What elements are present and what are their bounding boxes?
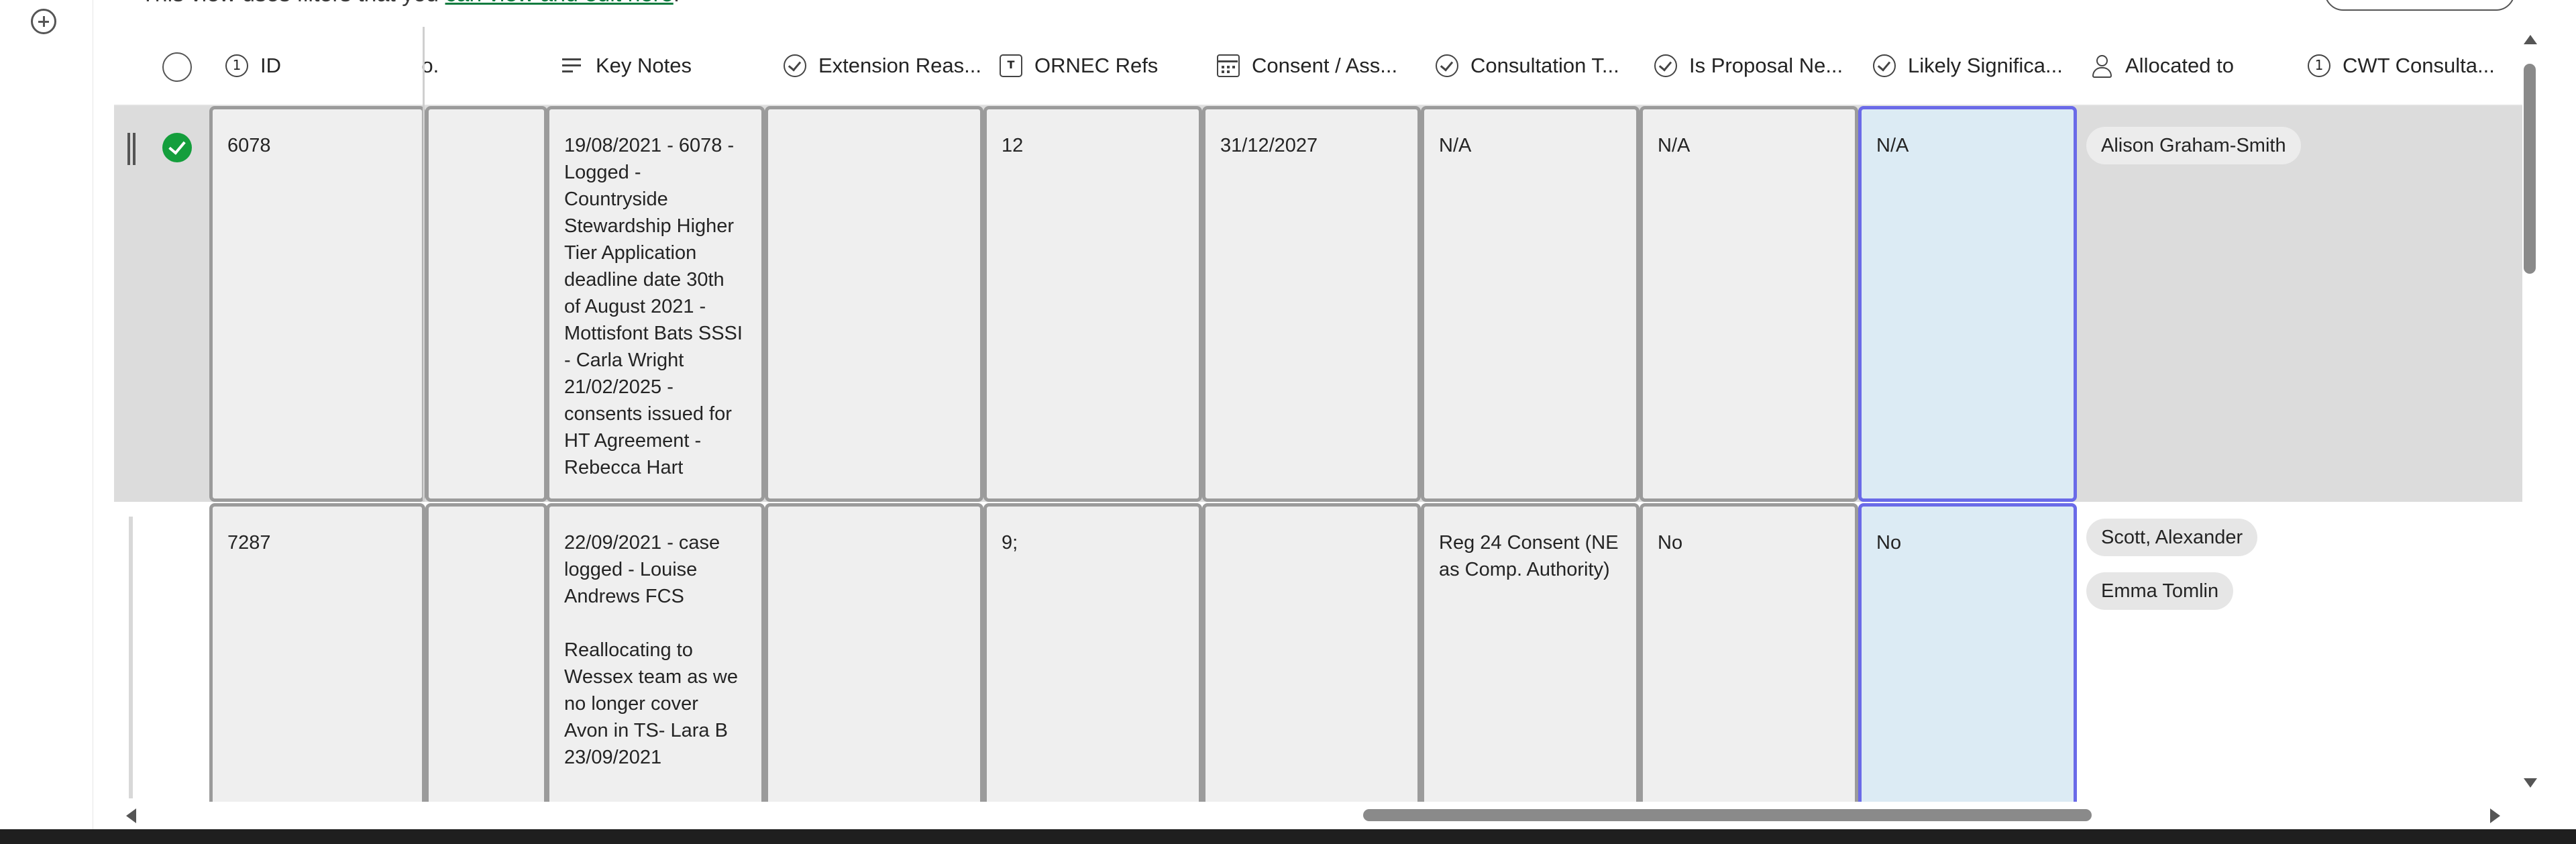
scroll-left-arrow-icon[interactable]	[126, 808, 136, 823]
checkmark-icon	[1436, 54, 1458, 77]
column-header-label: Key Notes	[596, 54, 692, 77]
column-header-id[interactable]: 1 ID	[225, 27, 420, 105]
cell-value: 22/09/2021 - case logged - Louise Andrew…	[564, 532, 738, 768]
cell-ornec-refs[interactable]: 9;	[983, 503, 1202, 802]
cell-value: 31/12/2027	[1220, 135, 1318, 156]
cell-consultation-type[interactable]: Reg 24 Consent (NE as Comp. Authority)	[1421, 503, 1640, 802]
column-header-label: Consent / Ass...	[1252, 54, 1398, 77]
cell-value: 12	[1002, 135, 1024, 156]
checkmark-icon	[1654, 54, 1677, 77]
column-header-label: Allocated to	[2125, 54, 2234, 77]
filter-notice-end: .	[674, 0, 680, 7]
cell-is-proposal[interactable]: N/A	[1640, 106, 1858, 502]
person-icon	[2090, 54, 2113, 78]
column-header-is-proposal[interactable]: Is Proposal Ne...	[1654, 27, 1862, 105]
cell-value: Reg 24 Consent (NE as Comp. Authority)	[1439, 532, 1619, 580]
cell-extension-reason[interactable]	[765, 106, 983, 502]
column-header-no[interactable]: No.	[421, 27, 508, 105]
cell-value: No	[1876, 532, 1902, 553]
checkmark-icon	[784, 54, 806, 77]
scroll-down-arrow-icon[interactable]	[2524, 778, 2537, 788]
frozen-column-divider	[423, 27, 425, 502]
drag-handle-icon[interactable]	[127, 133, 136, 165]
cell-extension-reason[interactable]	[765, 503, 983, 802]
person-chip[interactable]: Scott, Alexander	[2086, 519, 2258, 556]
column-header-ornec-refs[interactable]: T ORNEC Refs	[1000, 27, 1208, 105]
table-row[interactable]: 7287 22/09/2021 - case logged - Louise A…	[114, 503, 2522, 802]
cell-no[interactable]	[425, 503, 547, 802]
column-header-consultation-type[interactable]: Consultation T...	[1436, 27, 1644, 105]
cell-no[interactable]	[425, 106, 547, 502]
cell-key-notes[interactable]: 22/09/2021 - case logged - Louise Andrew…	[546, 503, 765, 802]
vertical-scroll-thumb[interactable]	[2524, 64, 2536, 274]
column-header-likely-significant[interactable]: Likely Significa...	[1873, 27, 2085, 105]
cell-value: 9;	[1002, 532, 1018, 553]
clear-filters-button[interactable]: Clear filters	[2324, 0, 2515, 11]
cell-value: 7287	[227, 532, 271, 553]
filter-notice-text: This view uses filters that you	[141, 0, 445, 7]
left-rail	[0, 0, 93, 829]
cell-key-notes[interactable]: 19/08/2021 - 6078 - Logged - Countryside…	[546, 106, 765, 502]
column-header-label: Consultation T...	[1470, 54, 1619, 77]
cell-consent[interactable]: 31/12/2027	[1202, 106, 1421, 502]
column-header-extension-reason[interactable]: Extension Reas...	[784, 27, 991, 105]
cell-is-proposal[interactable]: No	[1640, 503, 1858, 802]
select-all-checkbox[interactable]	[162, 52, 192, 82]
cell-value: 19/08/2021 - 6078 - Logged - Countryside…	[564, 135, 743, 478]
long-text-icon	[561, 54, 584, 77]
window-bottom-edge	[0, 829, 2576, 844]
cell-value: N/A	[1658, 135, 1690, 156]
cell-ornec-refs[interactable]: 12	[983, 106, 1202, 502]
cell-likely-significant[interactable]: No	[1858, 503, 2077, 802]
cell-consent[interactable]	[1202, 503, 1421, 802]
row-selected-checkbox[interactable]	[162, 133, 192, 162]
horizontal-scroll-thumb[interactable]	[1363, 809, 2092, 821]
scroll-right-arrow-icon[interactable]	[2490, 808, 2500, 823]
column-header-label: Likely Significa...	[1908, 54, 2063, 77]
app-frame: This view uses filters that you can view…	[0, 0, 2576, 829]
number-icon: 1	[225, 54, 248, 77]
horizontal-scrollbar[interactable]	[114, 802, 2522, 829]
cell-likely-significant[interactable]: N/A	[1858, 106, 2077, 502]
column-header-allocated-to[interactable]: Allocated to	[2090, 27, 2298, 105]
column-header-label: ID	[260, 54, 281, 77]
cell-value: 6078	[227, 135, 271, 156]
filter-notice: This view uses filters that you can view…	[141, 0, 680, 7]
person-chip[interactable]: Alison Graham-Smith	[2086, 127, 2301, 164]
cell-value: N/A	[1439, 135, 1472, 156]
cell-consultation-type[interactable]: N/A	[1421, 106, 1640, 502]
column-header-consent[interactable]: Consent / Ass...	[1217, 27, 1425, 105]
calendar-icon	[1217, 54, 1240, 77]
cell-id[interactable]: 6078	[209, 106, 425, 502]
column-header-label: Extension Reas...	[818, 54, 981, 77]
row-drag-line	[129, 517, 133, 798]
checkmark-icon	[1873, 54, 1896, 77]
table-row[interactable]: 6078 19/08/2021 - 6078 - Logged - Countr…	[114, 106, 2522, 502]
data-grid: 1 ID No. Key Notes Extension Reas... T O…	[114, 27, 2522, 802]
number-icon: 1	[2308, 54, 2330, 77]
person-chip[interactable]: Emma Tomlin	[2086, 572, 2234, 610]
text-field-icon: T	[1000, 54, 1022, 77]
cell-value: No	[1658, 532, 1683, 553]
add-circle-icon[interactable]	[31, 9, 56, 34]
view-edit-filters-link[interactable]: can view and edit here	[445, 0, 674, 7]
column-header-label: ORNEC Refs	[1034, 54, 1159, 77]
scroll-up-arrow-icon[interactable]	[2524, 35, 2537, 44]
column-header-label: Is Proposal Ne...	[1689, 54, 1843, 77]
cell-value: N/A	[1876, 135, 1909, 156]
column-header-key-notes[interactable]: Key Notes	[561, 27, 762, 105]
column-header-cwt-consultation[interactable]: 1 CWT Consulta...	[2308, 27, 2522, 105]
column-header-label: CWT Consulta...	[2343, 54, 2495, 77]
cell-id[interactable]: 7287	[209, 503, 425, 802]
grid-header: 1 ID No. Key Notes Extension Reas... T O…	[114, 27, 2522, 106]
